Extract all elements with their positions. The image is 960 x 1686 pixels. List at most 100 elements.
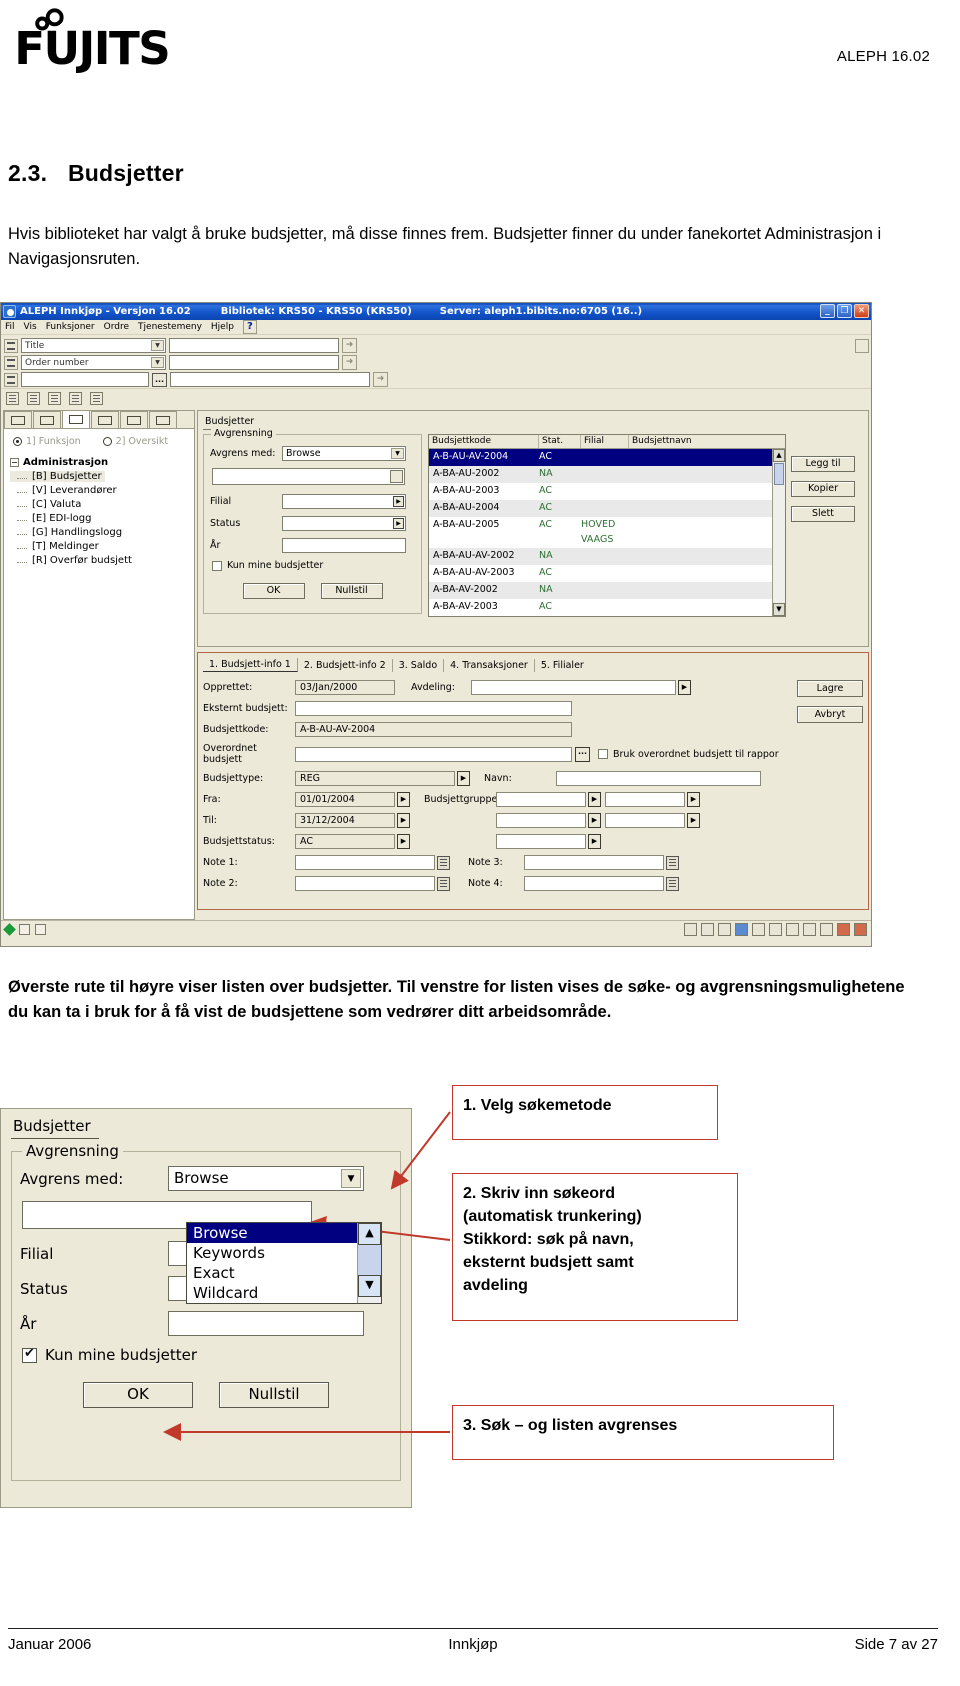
navn-input[interactable] [556,771,761,786]
avdeling-input[interactable] [471,680,676,695]
zoom-option-keywords[interactable]: Keywords [187,1243,381,1263]
avdeling-spin-icon[interactable]: ▶ [678,680,691,695]
til-extra-spin-icon[interactable]: ▶ [588,813,601,828]
list-view-icon[interactable] [855,338,869,353]
budsjettstatus-spin-icon[interactable]: ▶ [397,834,410,849]
status-icon-lock[interactable] [786,923,799,936]
zoom-option-exact[interactable]: Exact [187,1263,381,1283]
tab-folder-icon[interactable] [91,411,119,428]
tab-saldo[interactable]: 3. Saldo [393,659,445,672]
table-row[interactable]: A-BA-AU-2003 AC [429,483,785,500]
budsjettgruppe-extra-input[interactable] [605,792,685,807]
maximize-button[interactable]: ❐ [837,304,852,318]
kopier-button[interactable]: Kopier [791,481,855,497]
collapse-icon[interactable]: − [10,458,19,467]
tree-item-budsjetter[interactable]: [B] Budsjetter [10,471,105,482]
tree-item-overfor-budsjett[interactable]: [R] Overfør budsjett [10,555,194,566]
cut-icon[interactable] [27,392,40,405]
aar-input[interactable] [282,538,406,553]
tree-item-leverandorer[interactable]: [V] Leverandører [10,485,194,496]
filial-spin-icon[interactable]: ▶ [393,496,404,507]
table-row[interactable]: A-BA-AU-2004 AC [429,500,785,517]
keyword-picker-icon[interactable] [390,470,403,483]
table-row[interactable]: A-BA-AU-AV-2002 NA [429,548,785,565]
scroll-up-icon[interactable]: ▲ [773,449,785,462]
tree-item-meldinger[interactable]: [T] Meldinger [10,541,194,552]
search-index-select-order[interactable]: Order number ▼ [21,355,166,370]
lagre-button[interactable]: Lagre [797,680,863,697]
status-icon-grid[interactable] [684,923,697,936]
minimize-button[interactable]: _ [820,304,835,318]
table-row[interactable]: A-BA-AV-2003 AC [429,599,785,616]
legg-til-button[interactable]: Legg til [791,456,855,472]
chevron-down-icon-order[interactable]: ▼ [151,357,164,368]
status-icon-close[interactable] [854,923,867,936]
tab-budsjett-info-2[interactable]: 2. Budsjett-info 2 [298,659,393,672]
tab-budsjett-info-1[interactable]: 1. Budsjett-info 1 [203,658,298,672]
slett-button[interactable]: Slett [791,506,855,522]
status-input[interactable]: ▶ [282,516,406,531]
til-extra2-spin-icon[interactable]: ▶ [687,813,700,828]
kun-mine-checkbox[interactable] [212,560,222,571]
go-arrow-icon[interactable]: ➜ [342,338,357,353]
zoom-tab-budsjetter[interactable]: Budsjetter [11,1117,99,1139]
note-2-input[interactable] [295,876,435,891]
note-3-input[interactable] [524,855,664,870]
overordnet-browse-icon[interactable]: ··· [575,746,590,762]
table-row[interactable]: A-BA-AU-AV-2003 AC [429,565,785,582]
status-icon-globe[interactable] [735,923,748,936]
zoom-ok-button[interactable]: OK [83,1382,193,1408]
tree-item-valuta[interactable]: [C] Valuta [10,499,194,510]
status-icon-window[interactable] [752,923,765,936]
fra-spin-icon[interactable]: ▶ [397,792,410,807]
zoom-scroll-down-icon[interactable]: ▼ [358,1275,381,1297]
zoom-kun-mine-row[interactable]: Kun mine budsjetter [22,1346,392,1364]
scrollbar-thumb[interactable] [774,463,784,485]
status-icon-exit[interactable] [837,923,850,936]
status-icon-home[interactable] [803,923,816,936]
go-arrow-icon-third[interactable]: ➜ [373,372,388,387]
tab-patron-icon[interactable] [33,411,61,428]
budsjettype-spin-icon[interactable]: ▶ [457,771,470,786]
search-input-fourth[interactable] [170,372,370,387]
tree-item-handlingslogg[interactable]: [G] Handlingslogg [10,527,194,538]
til-extra-input[interactable] [496,813,586,828]
radio-oversikt[interactable]: 2] Oversikt [102,436,168,447]
budsjettgruppe-extra-spin-icon[interactable]: ▶ [687,792,700,807]
radio-funksjon[interactable]: 1] Funksjon [13,436,81,447]
vertical-scrollbar[interactable]: ▲ ▼ [772,449,785,616]
zoom-avgrens-med-select[interactable]: Browse ▼ [168,1166,364,1191]
zoom-scroll-track[interactable] [358,1245,381,1275]
overordnet-budsjett-input[interactable] [295,746,572,762]
menu-item-funksjoner[interactable]: Funksjoner [46,322,95,332]
budsjettstatus-extra-input[interactable] [496,834,586,849]
kun-mine-checkbox-row[interactable]: Kun mine budsjetter [212,560,415,571]
note-4-input[interactable] [524,876,664,891]
zoom-dropdown-scrollbar[interactable]: ▲ ▼ [357,1223,381,1303]
nullstil-button[interactable]: Nullstil [320,583,383,599]
status-square-icon-1[interactable] [19,924,30,935]
chevron-down-icon-zoom[interactable]: ▼ [341,1169,361,1188]
menu-item-ordre[interactable]: Ordre [104,322,129,332]
search-index-select-title[interactable]: Title ▼ [21,338,166,353]
tree-item-edi-logg[interactable]: [E] EDI-logg [10,513,194,524]
zoom-option-wildcard[interactable]: Wildcard [187,1283,381,1303]
list-icon[interactable] [69,392,82,405]
undo-icon[interactable] [48,392,61,405]
table-row[interactable]: A-B-AU-AV-2004 AC [429,449,785,466]
status-icon-edit[interactable] [701,923,714,936]
avbryt-button[interactable]: Avbryt [797,706,863,723]
budsjettgruppe-spin-icon[interactable]: ▶ [588,792,601,807]
filial-input[interactable]: ▶ [282,494,406,509]
zoom-scroll-up-icon[interactable]: ▲ [358,1223,381,1245]
tab-order-icon[interactable] [4,411,32,428]
keyword-input[interactable] [212,468,405,485]
ok-button[interactable]: OK [242,583,305,599]
tab-transaksjoner[interactable]: 4. Transaksjoner [444,659,535,672]
menu-item-fil[interactable]: Fil [5,322,15,332]
search-input-title[interactable] [169,338,339,353]
chevron-down-icon-avgrens[interactable]: ▼ [391,448,404,459]
menu-item-hjelp[interactable]: Hjelp [211,322,234,332]
zoom-nullstil-button[interactable]: Nullstil [219,1382,329,1408]
status-icon-print[interactable] [820,923,833,936]
